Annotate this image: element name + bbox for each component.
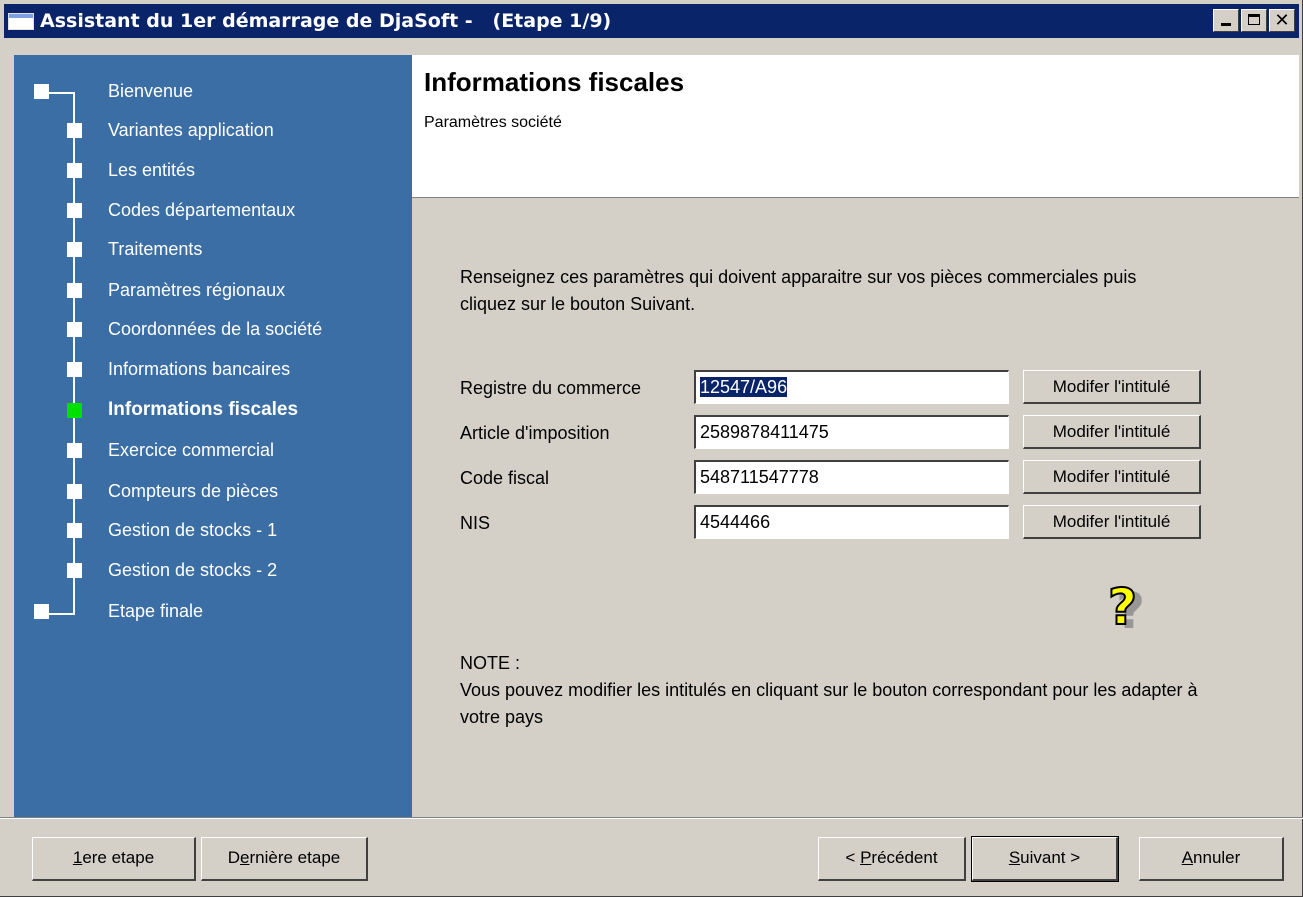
maximize-button[interactable] xyxy=(1241,9,1267,32)
note-title: NOTE : xyxy=(460,653,521,673)
accel-key: e xyxy=(240,848,250,867)
step-label: Exercice commercial xyxy=(108,440,275,460)
accel-key: S xyxy=(1008,848,1021,867)
tree-root-line-top xyxy=(49,92,75,94)
last-step-button[interactable]: Dernière etape xyxy=(201,837,368,881)
step-box-icon xyxy=(34,604,49,619)
window-title: Assistant du 1er démarrage de DjaSoft - … xyxy=(40,10,612,32)
article-imposition-input[interactable]: 2589878411475 xyxy=(694,415,1009,449)
wizard-window: Assistant du 1er démarrage de DjaSoft - … xyxy=(0,0,1303,897)
button-label: rnière etape xyxy=(249,848,341,867)
step-box-icon xyxy=(67,362,82,377)
steps-sidebar: Bienvenue Variantes application Les enti… xyxy=(14,55,412,817)
nis-input[interactable]: 4544466 xyxy=(694,505,1009,539)
content-panel: Renseignez ces paramètres qui doivent ap… xyxy=(412,198,1299,817)
step-label: Gestion de stocks - 2 xyxy=(108,560,278,580)
next-button[interactable]: Suivant > xyxy=(971,836,1119,882)
field-label: NIS xyxy=(460,513,491,533)
accel-key: A xyxy=(1181,848,1194,867)
button-label: récédent xyxy=(871,848,938,867)
accel-key: P xyxy=(860,848,872,867)
field-label: Registre du commerce xyxy=(460,378,642,398)
close-icon: ✕ xyxy=(1274,10,1290,31)
step-box-icon xyxy=(34,84,49,99)
selected-text: 12547/A96 xyxy=(700,377,788,397)
step-box-icon xyxy=(67,123,82,138)
step-label: Compteurs de pièces xyxy=(108,481,279,501)
previous-button[interactable]: < Précédent xyxy=(818,837,966,881)
svg-text:?: ? xyxy=(1108,578,1137,636)
step-box-icon xyxy=(67,242,82,257)
current-step-icon xyxy=(67,403,82,418)
step-label: Bienvenue xyxy=(108,81,194,101)
step-label: Traitements xyxy=(108,239,203,259)
step-label: Informations bancaires xyxy=(108,359,291,379)
tree-root-line-bottom xyxy=(49,613,75,615)
close-button[interactable]: ✕ xyxy=(1269,9,1295,32)
modify-label-button[interactable]: Modifer l'intitulé xyxy=(1023,415,1201,449)
help-question-icon[interactable]: ? ? xyxy=(1082,572,1142,644)
intro-text: Renseignez ces paramètres qui doivent ap… xyxy=(460,267,1137,314)
button-label-prefix: < xyxy=(845,848,861,867)
step-box-icon xyxy=(67,163,82,178)
note-block: NOTE : Vous pouvez modifier les intitulé… xyxy=(460,650,1220,731)
code-fiscal-input[interactable]: 548711547778 xyxy=(694,460,1009,494)
step-label: Etape finale xyxy=(108,601,204,621)
minimize-button[interactable] xyxy=(1213,9,1239,32)
page-header: Informations fiscales Paramètres société xyxy=(412,55,1299,198)
step-label: Informations fiscales xyxy=(108,399,299,420)
step-box-icon xyxy=(67,283,82,298)
footer-separator xyxy=(0,817,1303,819)
field-label: Article d'imposition xyxy=(460,423,610,443)
step-label: Variantes application xyxy=(108,120,274,140)
app-icon xyxy=(8,13,34,30)
button-label: ere etape xyxy=(82,848,155,867)
step-box-icon xyxy=(67,563,82,578)
window-controls: ✕ xyxy=(1211,9,1295,33)
step-label: Les entités xyxy=(108,160,196,180)
accel-key: 1 xyxy=(72,848,83,867)
field-label: Code fiscal xyxy=(460,468,550,488)
page-subtitle: Paramètres société xyxy=(424,114,562,131)
step-box-icon xyxy=(67,443,82,458)
page-title: Informations fiscales xyxy=(424,67,685,97)
title-bar[interactable]: Assistant du 1er démarrage de DjaSoft - … xyxy=(4,4,1299,38)
button-label: uivant > xyxy=(1020,848,1081,867)
button-label: nnuler xyxy=(1193,848,1241,867)
step-label: Codes départementaux xyxy=(108,200,296,220)
first-step-button[interactable]: 1ere etape xyxy=(32,837,196,881)
registre-commerce-input[interactable]: 12547/A96 xyxy=(694,370,1009,404)
step-box-icon xyxy=(67,523,82,538)
button-label-prefix: D xyxy=(227,848,241,867)
note-text: Vous pouvez modifier les intitulés en cl… xyxy=(460,680,1198,727)
modify-label-button[interactable]: Modifer l'intitulé xyxy=(1023,460,1201,494)
modify-label-button[interactable]: Modifer l'intitulé xyxy=(1023,505,1201,539)
step-box-icon xyxy=(67,322,82,337)
step-label: Coordonnées de la société xyxy=(108,319,323,339)
step-label: Gestion de stocks - 1 xyxy=(108,520,278,540)
modify-label-button[interactable]: Modifer l'intitulé xyxy=(1023,370,1201,404)
step-box-icon xyxy=(67,484,82,499)
step-box-icon xyxy=(67,203,82,218)
cancel-button[interactable]: Annuler xyxy=(1139,837,1284,881)
step-label: Paramètres régionaux xyxy=(108,280,286,300)
